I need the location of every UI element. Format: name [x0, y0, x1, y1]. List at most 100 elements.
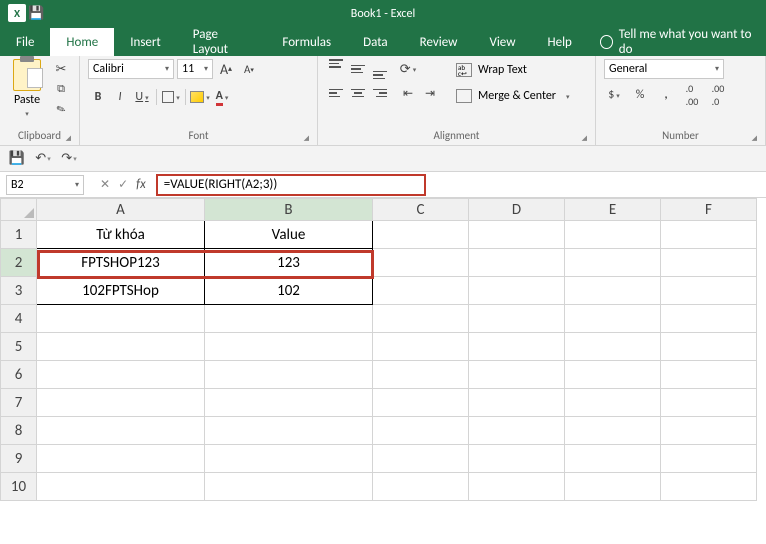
copy-button[interactable]: ⧉	[52, 81, 70, 97]
row-header-4[interactable]: 4	[1, 305, 37, 333]
row-header-8[interactable]: 8	[1, 417, 37, 445]
cell-d2[interactable]	[469, 249, 565, 277]
format-painter-button[interactable]: ✎	[50, 98, 72, 119]
row-header-1[interactable]: 1	[1, 221, 37, 249]
cell-b6[interactable]	[205, 361, 373, 389]
cell-a6[interactable]	[37, 361, 205, 389]
cell-b4[interactable]	[205, 305, 373, 333]
column-header-d[interactable]: D	[469, 199, 565, 221]
cell-f1[interactable]	[661, 221, 757, 249]
cell-f9[interactable]	[661, 445, 757, 473]
column-header-a[interactable]: A	[37, 199, 205, 221]
cell-c3[interactable]	[373, 277, 469, 305]
cell-c5[interactable]	[373, 333, 469, 361]
cut-button[interactable]: ✂	[52, 61, 70, 77]
row-header-9[interactable]: 9	[1, 445, 37, 473]
cell-f8[interactable]	[661, 417, 757, 445]
cell-b8[interactable]	[205, 417, 373, 445]
cell-b9[interactable]	[205, 445, 373, 473]
cell-d7[interactable]	[469, 389, 565, 417]
cell-d4[interactable]	[469, 305, 565, 333]
name-box[interactable]: B2 ▾	[6, 175, 84, 195]
accounting-format-button[interactable]: $	[604, 85, 624, 105]
paste-button[interactable]: Paste ▾	[8, 59, 46, 118]
tell-me-search[interactable]: Tell me what you want to do	[588, 28, 766, 56]
cell-c7[interactable]	[373, 389, 469, 417]
cell-a1[interactable]: Từ khóa	[37, 221, 205, 249]
cell-e5[interactable]	[565, 333, 661, 361]
fx-icon[interactable]: fx	[136, 177, 146, 192]
undo-button[interactable]: ↶	[32, 149, 54, 169]
cell-c8[interactable]	[373, 417, 469, 445]
decrease-indent-button[interactable]: ⇤	[398, 83, 418, 103]
select-all-corner[interactable]	[1, 199, 37, 221]
column-header-f[interactable]: F	[661, 199, 757, 221]
cell-f10[interactable]	[661, 473, 757, 501]
wrap-text-button[interactable]: abc↩ Wrap Text	[456, 59, 570, 81]
increase-indent-button[interactable]: ⇥	[420, 83, 440, 103]
tab-help[interactable]: Help	[532, 28, 588, 56]
borders-button[interactable]	[161, 87, 181, 107]
number-format-combo[interactable]: General▾	[604, 59, 724, 79]
cell-e7[interactable]	[565, 389, 661, 417]
cell-d6[interactable]	[469, 361, 565, 389]
cell-d1[interactable]	[469, 221, 565, 249]
cell-f7[interactable]	[661, 389, 757, 417]
cell-d8[interactable]	[469, 417, 565, 445]
cell-d9[interactable]	[469, 445, 565, 473]
save-icon[interactable]: 💾	[28, 6, 44, 21]
align-right-button[interactable]	[370, 83, 390, 103]
cell-f5[interactable]	[661, 333, 757, 361]
row-header-5[interactable]: 5	[1, 333, 37, 361]
cell-b1[interactable]: Value	[205, 221, 373, 249]
align-left-button[interactable]	[326, 83, 346, 103]
cell-e6[interactable]	[565, 361, 661, 389]
formula-input[interactable]: =VALUE(RIGHT(A2;3))	[156, 174, 426, 196]
cell-a7[interactable]	[37, 389, 205, 417]
percent-button[interactable]: %	[630, 85, 650, 105]
comma-button[interactable]: ,	[656, 85, 676, 105]
bold-button[interactable]: B	[88, 87, 108, 107]
cell-d3[interactable]	[469, 277, 565, 305]
decrease-font-button[interactable]: A▾	[239, 59, 259, 79]
align-middle-button[interactable]	[348, 59, 368, 79]
cell-d10[interactable]	[469, 473, 565, 501]
cell-c10[interactable]	[373, 473, 469, 501]
cell-a9[interactable]	[37, 445, 205, 473]
align-top-button[interactable]	[326, 59, 346, 79]
font-color-button[interactable]: A	[212, 87, 232, 107]
cell-a5[interactable]	[37, 333, 205, 361]
cell-b3[interactable]: 102	[205, 277, 373, 305]
cell-b10[interactable]	[205, 473, 373, 501]
tab-formulas[interactable]: Formulas	[266, 28, 347, 56]
redo-button[interactable]: ↷	[58, 149, 80, 169]
orientation-button[interactable]: ⟳	[398, 59, 418, 79]
cell-c1[interactable]	[373, 221, 469, 249]
tab-data[interactable]: Data	[347, 28, 404, 56]
cell-c2[interactable]	[373, 249, 469, 277]
cell-b7[interactable]	[205, 389, 373, 417]
tab-file[interactable]: File	[0, 28, 50, 56]
increase-decimal-button[interactable]: .0.00	[682, 85, 702, 105]
cell-b2[interactable]: 123	[205, 249, 373, 277]
fill-color-button[interactable]	[190, 87, 210, 107]
cell-e4[interactable]	[565, 305, 661, 333]
cell-f6[interactable]	[661, 361, 757, 389]
cell-d5[interactable]	[469, 333, 565, 361]
spreadsheet-grid[interactable]: A B C D E F 1 Từ khóa Value 2 FPTSHOP123…	[0, 198, 766, 501]
tab-review[interactable]: Review	[404, 28, 474, 56]
row-header-2[interactable]: 2	[1, 249, 37, 277]
italic-button[interactable]: I	[110, 87, 130, 107]
tab-page-layout[interactable]: Page Layout	[177, 28, 267, 56]
cancel-icon[interactable]: ✕	[100, 177, 110, 192]
save-button[interactable]: 💾	[6, 149, 28, 169]
cell-f3[interactable]	[661, 277, 757, 305]
cell-e10[interactable]	[565, 473, 661, 501]
cell-e8[interactable]	[565, 417, 661, 445]
tab-home[interactable]: Home	[50, 28, 114, 56]
enter-icon[interactable]: ✓	[118, 177, 128, 192]
column-header-b[interactable]: B	[205, 199, 373, 221]
cell-a3[interactable]: 102FPTSHop	[37, 277, 205, 305]
cell-e2[interactable]	[565, 249, 661, 277]
column-header-c[interactable]: C	[373, 199, 469, 221]
